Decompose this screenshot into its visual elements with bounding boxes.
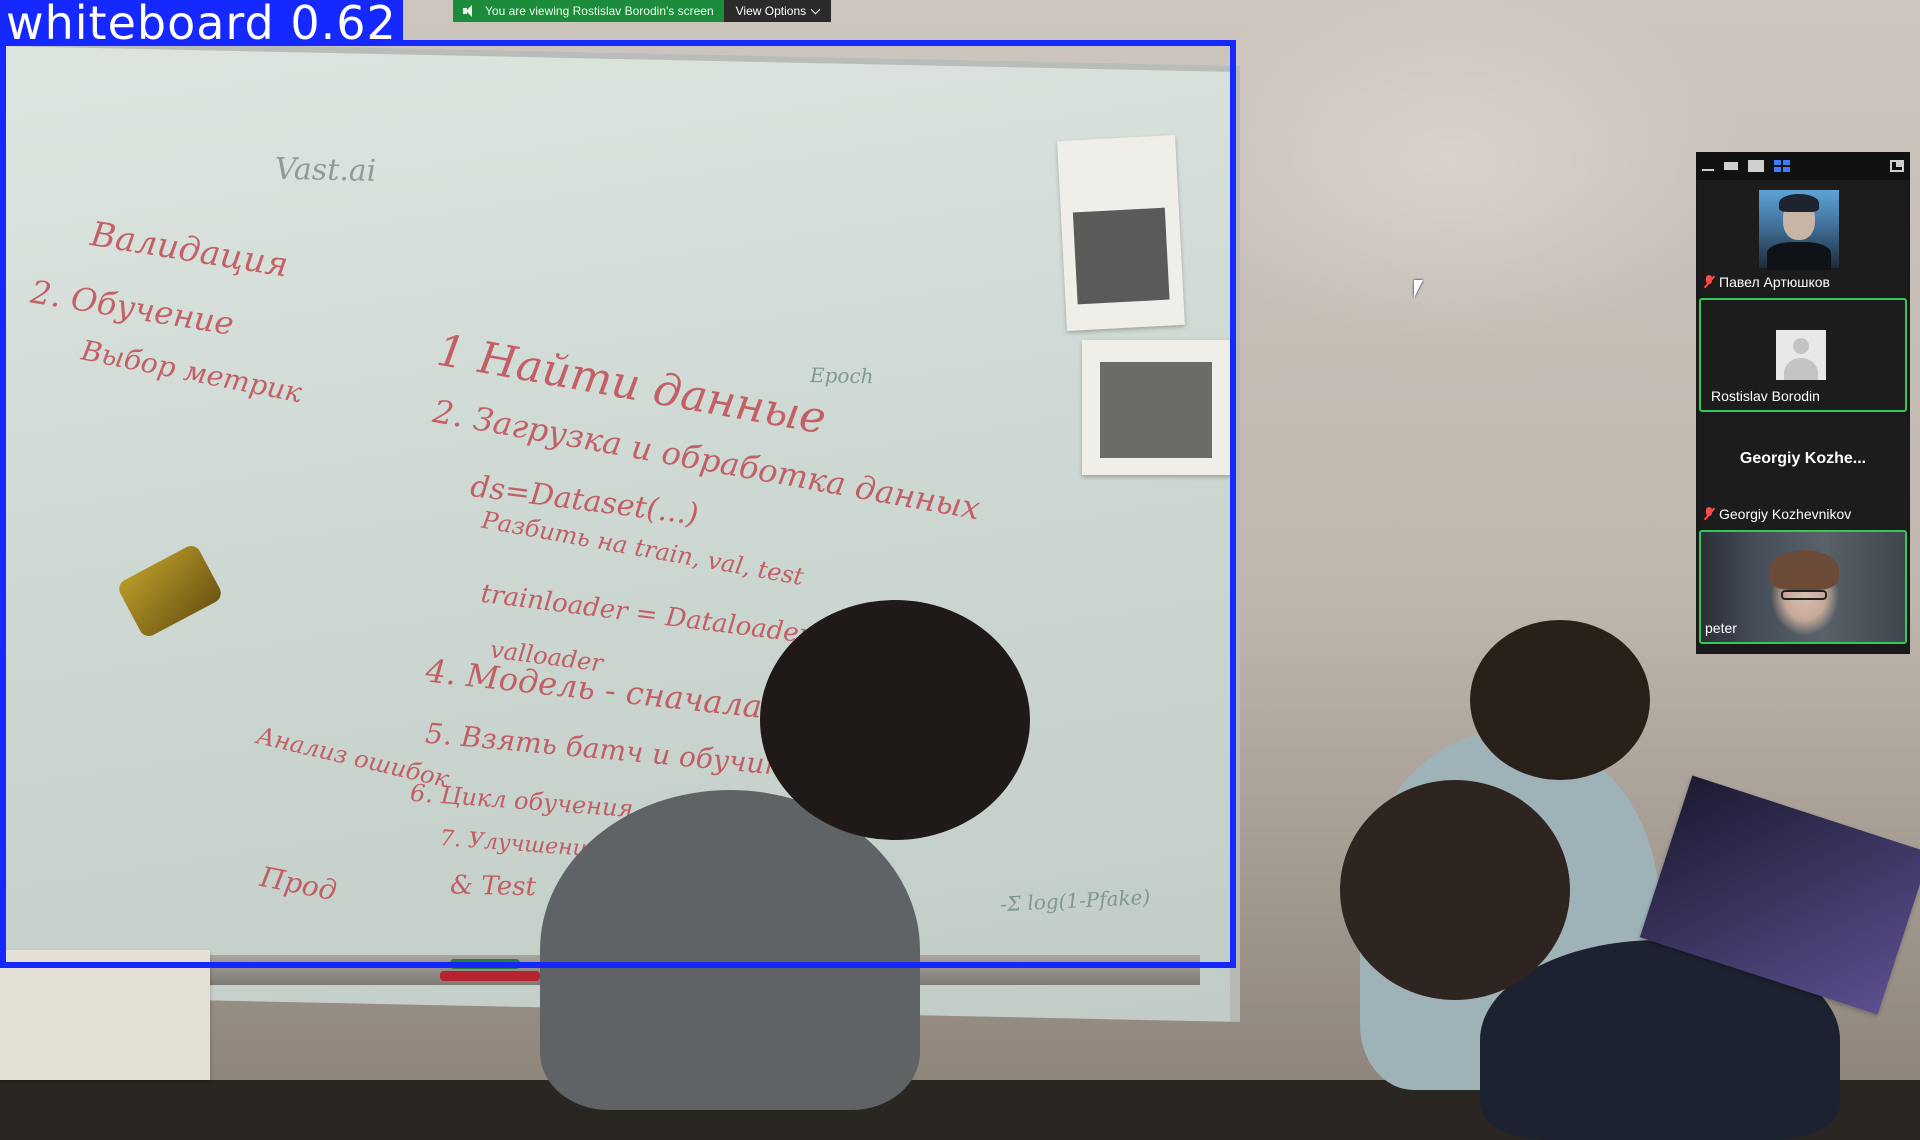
share-status: You are viewing Rostislav Borodin's scre… (453, 0, 724, 22)
panel-toolbar (1696, 152, 1910, 180)
screen-share-banner: You are viewing Rostislav Borodin's scre… (453, 0, 832, 22)
participant-name: Georgiy Kozhevnikov (1703, 506, 1851, 522)
share-status-text: You are viewing Rostislav Borodin's scre… (485, 4, 714, 18)
video-person-hair (1769, 550, 1839, 590)
participant-name: peter (1705, 620, 1737, 636)
participant-tile-peter[interactable]: peter (1699, 530, 1907, 644)
person-right-1-head (1470, 620, 1650, 780)
detection-bounding-box (0, 40, 1236, 968)
view-options-button[interactable]: View Options (723, 0, 832, 22)
marker-red (440, 971, 540, 981)
muted-mic-icon (1703, 507, 1715, 521)
muted-mic-icon (1703, 275, 1715, 289)
avatar-body (1767, 242, 1831, 270)
avatar-hair (1779, 194, 1819, 212)
detection-label: whiteboard 0.62 (0, 0, 403, 46)
minimize-icon (1702, 169, 1714, 171)
speaker-view-button[interactable] (1748, 160, 1764, 172)
default-avatar-icon (1776, 330, 1826, 380)
participant-name-label: peter (1705, 620, 1737, 636)
participant-display-name: Georgiy Kozhe... (1739, 450, 1867, 467)
participant-name: Павел Артюшков (1703, 274, 1830, 290)
view-options-label: View Options (735, 4, 807, 18)
exit-panel-button[interactable] (1890, 160, 1904, 172)
participant-tile-rostislav[interactable]: Rostislav Borodin (1699, 298, 1907, 412)
speaker-icon (463, 5, 477, 17)
participant-name: Rostislav Borodin (1711, 388, 1820, 404)
speaker-view-icon (1748, 160, 1764, 172)
video-person-glasses (1781, 590, 1827, 600)
participant-name-label: Павел Артюшков (1719, 274, 1830, 290)
avatar (1759, 190, 1839, 270)
cursor-icon (1414, 280, 1423, 298)
participant-name-label: Rostislav Borodin (1711, 388, 1820, 404)
strip-view-button[interactable] (1724, 161, 1738, 171)
participant-tile-pavel[interactable]: Павел Артюшков (1699, 182, 1907, 296)
gallery-view-button[interactable] (1774, 160, 1790, 172)
strip-view-icon (1724, 162, 1738, 170)
participant-name-label: Georgiy Kozhevnikov (1719, 506, 1852, 522)
participant-panel: Павел Артюшков Rostislav Borodin Georgiy… (1696, 152, 1910, 654)
participant-tile-georgiy[interactable]: Georgiy Kozhe... Georgiy Kozhevnikov (1699, 414, 1907, 528)
chevron-down-icon (810, 4, 821, 14)
gallery-view-icon (1774, 160, 1790, 172)
minimize-button[interactable] (1702, 161, 1714, 171)
person-right-2-head (1340, 780, 1570, 1000)
wall-papers (0, 950, 210, 1080)
exit-panel-icon (1890, 160, 1904, 172)
